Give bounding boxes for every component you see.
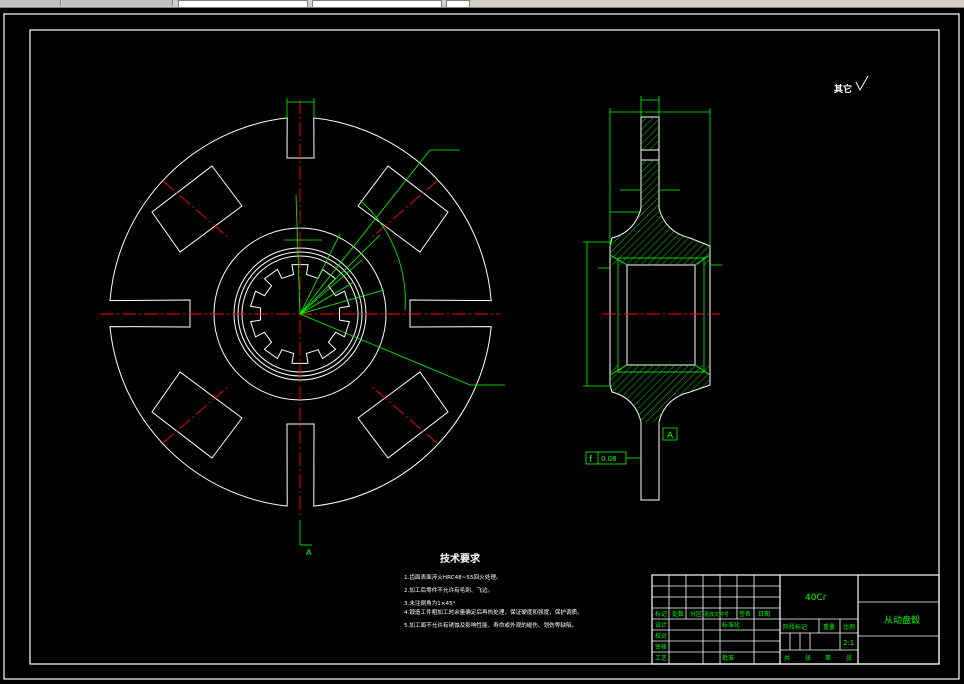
tb-row-check: 校对 xyxy=(655,632,667,640)
tb-scale-label: 比例 xyxy=(843,623,855,631)
tb-standardization: 标准化 xyxy=(722,621,740,629)
roughness-other-label: 其它 xyxy=(834,83,852,95)
window-upper-right xyxy=(357,165,449,253)
window-axis-ul xyxy=(162,180,231,240)
tb-row-review: 审核 xyxy=(655,643,667,651)
tech-req-title: 技术要求 xyxy=(440,552,481,565)
tb-sheet-unit-2: 张 xyxy=(846,654,852,662)
tb-scale-value: 2:1 xyxy=(843,639,854,647)
tb-row-process: 工艺 xyxy=(655,654,667,662)
tb-part-name: 从动盘毂 xyxy=(884,614,920,626)
toolbar-button-1[interactable] xyxy=(0,0,61,6)
toolbar-combo-1[interactable] xyxy=(178,0,308,8)
tb-material: 40Cr xyxy=(805,593,827,603)
tech-req-item-1: 1.齿面表面淬火HRC48~55回火处理。 xyxy=(404,573,502,581)
tb-header-file: 更改文件号 xyxy=(704,611,729,618)
section-view xyxy=(609,116,711,501)
tech-req-item-3: 3.未注倒角为1×45° xyxy=(404,599,456,607)
tolerance-value: 0.08 xyxy=(601,455,617,463)
window-axis-lr xyxy=(369,384,438,444)
toolbar-combo-2[interactable] xyxy=(312,0,442,8)
tb-approval: 批准 xyxy=(722,654,734,662)
front-dimensions xyxy=(284,98,505,546)
roughness-symbol-icon xyxy=(855,75,869,92)
section-label: A xyxy=(306,548,312,557)
window-axis-ur xyxy=(369,180,438,240)
datum-a-label: A xyxy=(667,431,674,441)
tech-req-item-2: 2.加工后零件不允许有毛刺、飞边。 xyxy=(404,586,493,594)
tb-sheet-number: 第 xyxy=(825,654,831,662)
cad-drawing-canvas[interactable]: A f 0.08 A 其它 技术要求 1.齿面表面淬火HRC48~55回火处理。… xyxy=(0,8,964,684)
tb-header-mark: 标记 xyxy=(655,610,667,618)
toolbar-combo-3[interactable] xyxy=(446,0,470,8)
tolerance-symbol: f xyxy=(589,455,593,465)
tech-req-item-5: 5.加工面不允许有锈蚀及影响性能、寿命或外观的碰伤、划伤等缺陷。 xyxy=(404,621,577,629)
toolbar-button-2[interactable] xyxy=(62,0,173,6)
tb-sheet-total: 共 xyxy=(784,654,790,662)
section-bore xyxy=(626,264,696,366)
tb-weight: 重量 xyxy=(823,623,835,631)
window-axis-ll xyxy=(162,384,231,444)
application-toolbar xyxy=(0,0,964,8)
window-upper-left xyxy=(151,165,243,253)
tb-header-count: 处数 xyxy=(672,610,684,618)
tb-header-date: 日期 xyxy=(758,610,770,618)
window-lower-left xyxy=(151,371,243,459)
tb-header-sign: 签名 xyxy=(739,610,751,618)
tb-sheet-unit-1: 张 xyxy=(805,654,811,662)
tb-header-zone: 分区 xyxy=(690,610,702,618)
tb-stage-mark: 阶段标记 xyxy=(783,623,807,631)
tb-row-design: 设计 xyxy=(655,621,667,629)
window-lower-right xyxy=(357,371,449,459)
tech-req-item-4: 4.锻造工件粗加工时余量确定后再热处理，保证硬度和强度，保护调质。 xyxy=(404,608,583,616)
inner-frame xyxy=(29,29,940,665)
tech-requirements: 技术要求 1.齿面表面淬火HRC48~55回火处理。 2.加工后零件不允许有毛刺… xyxy=(404,552,583,629)
